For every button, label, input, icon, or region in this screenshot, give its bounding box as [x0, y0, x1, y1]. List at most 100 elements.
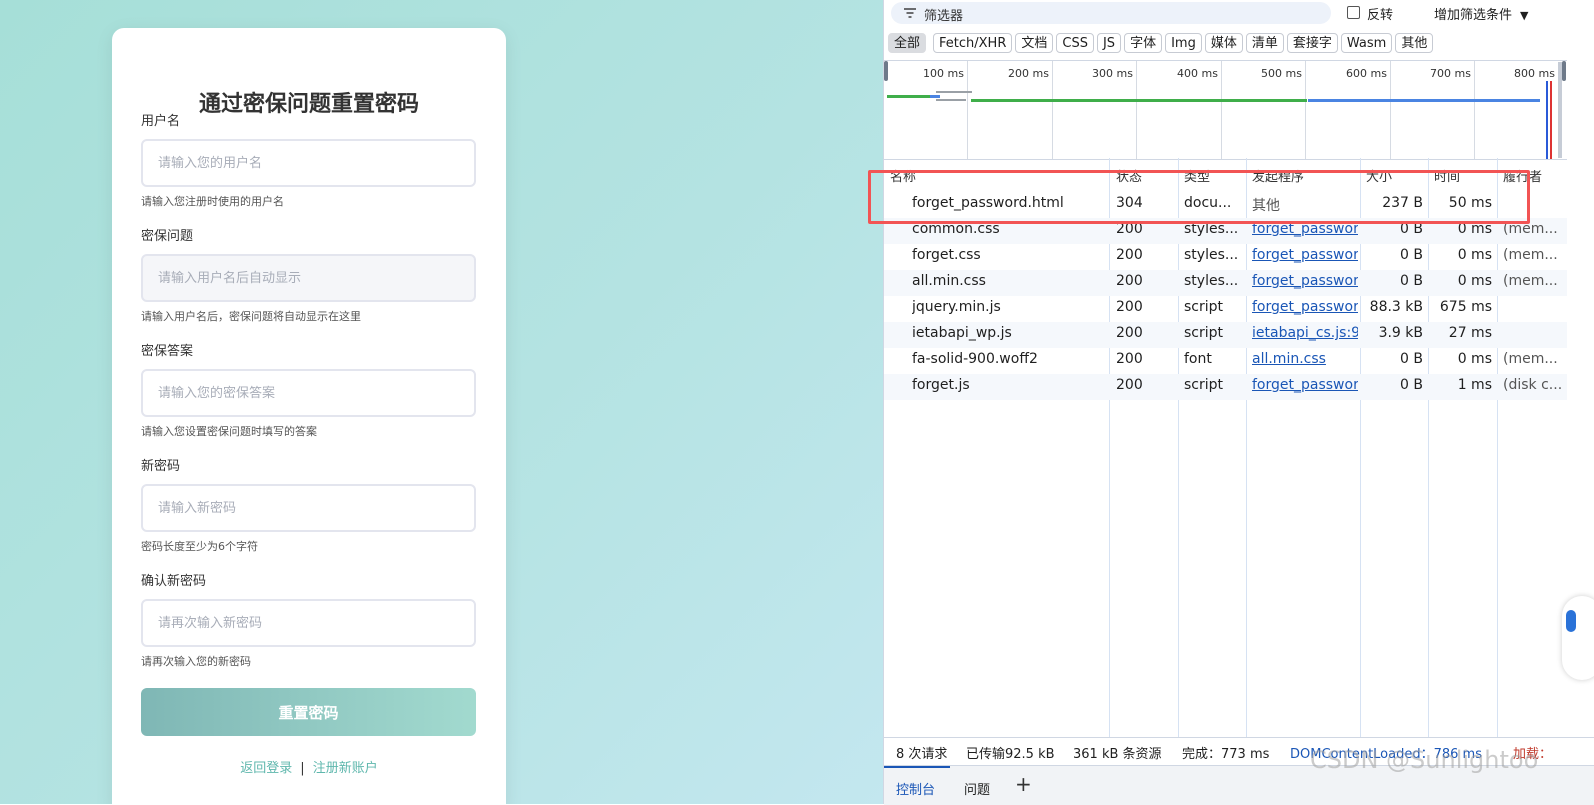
- timeline-tick: 400 ms: [1177, 67, 1218, 80]
- request-type: styles...: [1184, 247, 1239, 263]
- dropdown-arrow-icon: ▼: [1520, 9, 1529, 22]
- request-fulfilled: (disk c...: [1503, 377, 1563, 393]
- col-header-type[interactable]: 类型: [1184, 166, 1210, 185]
- table-row[interactable]: ietabapi_wp.js 200 script ietabapi_cs.js…: [884, 322, 1567, 348]
- request-fulfilled: (mem...: [1503, 351, 1558, 367]
- request-time: 27 ms: [1448, 325, 1492, 341]
- timeline-bar-gray: [936, 99, 966, 101]
- request-initiator-link[interactable]: forget_passwor: [1252, 221, 1358, 237]
- filter-placeholder: 筛选器: [924, 9, 964, 24]
- request-time: 0 ms: [1457, 273, 1492, 289]
- request-status: 304: [1116, 195, 1143, 211]
- resource-type-filters: 全部 Fetch/XHR 文档 CSS JS 字体 Img 媒体 清单 套接字 Wasm 其他: [888, 32, 1436, 56]
- tab-console[interactable]: 控制台: [896, 779, 935, 798]
- type-chip-media[interactable]: 媒体: [1204, 33, 1243, 53]
- table-row[interactable]: forget.js 200 script forget_passwor 0 B …: [884, 374, 1567, 400]
- request-initiator: 其他: [1252, 198, 1280, 214]
- type-chip-all[interactable]: 全部: [888, 33, 927, 53]
- col-header-initiator[interactable]: 发起程序: [1252, 166, 1304, 185]
- bottom-links: 返回登录 | 注册新账户: [112, 757, 506, 776]
- link-separator: |: [300, 761, 305, 776]
- col-header-size[interactable]: 大小: [1366, 166, 1392, 185]
- side-floating-widget[interactable]: [1562, 596, 1594, 680]
- reset-card: 通过密保问题重置密码 用户名 请输入您注册时使用的用户名 密保问题 请输入用户名…: [112, 28, 506, 804]
- request-fulfilled: (mem...: [1503, 221, 1558, 237]
- request-initiator-link[interactable]: ietabapi_cs.js:96: [1252, 325, 1358, 341]
- request-status: 200: [1116, 247, 1143, 263]
- col-header-name[interactable]: 名称: [890, 166, 916, 185]
- request-size: 237 B: [1382, 195, 1423, 211]
- confirm-password-label: 确认新密码: [141, 574, 207, 589]
- requests-table: 名称 状态 类型 发起程序 大小 时间 履行者 forget_password.…: [884, 158, 1567, 738]
- filter-bar: 筛选器 反转 增加筛选条件 ▼: [884, 0, 1594, 28]
- type-chip-other[interactable]: 其他: [1395, 33, 1434, 53]
- confirm-password-input[interactable]: [141, 599, 476, 647]
- timeline-tick: 700 ms: [1430, 67, 1471, 80]
- type-chip-img[interactable]: Img: [1165, 33, 1202, 53]
- request-name: all.min.css: [912, 273, 986, 289]
- request-initiator-link[interactable]: forget_passwor: [1252, 299, 1358, 315]
- request-name: fa-solid-900.woff2: [912, 351, 1038, 367]
- reset-password-button[interactable]: 重置密码: [141, 688, 476, 736]
- request-initiator-link[interactable]: forget_passwor: [1252, 377, 1358, 393]
- more-filters-dropdown[interactable]: 增加筛选条件 ▼: [1434, 4, 1528, 23]
- request-status: 200: [1116, 351, 1143, 367]
- request-name: ietabapi_wp.js: [912, 325, 1012, 341]
- table-row[interactable]: fa-solid-900.woff2 200 font all.min.css …: [884, 348, 1567, 374]
- answer-input[interactable]: [141, 369, 476, 417]
- request-name: forget_password.html: [912, 195, 1064, 211]
- request-time: 675 ms: [1439, 299, 1492, 315]
- type-chip-css[interactable]: CSS: [1056, 33, 1094, 53]
- request-initiator-link[interactable]: forget_passwor: [1252, 247, 1358, 263]
- timeline-gridline: [967, 61, 968, 159]
- new-password-hint: 密码长度至少为6个字符: [141, 540, 258, 553]
- username-hint: 请输入您注册时使用的用户名: [141, 195, 284, 208]
- network-timeline[interactable]: 100 ms 200 ms 300 ms 400 ms 500 ms 600 m…: [884, 60, 1567, 160]
- type-chip-socket[interactable]: 套接字: [1286, 33, 1338, 53]
- col-header-time[interactable]: 时间: [1434, 166, 1460, 185]
- timeline-handle-right[interactable]: [1562, 61, 1566, 81]
- question-field: 密保问题 请输入用户名后，密保问题将自动显示在这里: [141, 228, 476, 324]
- timeline-tick: 500 ms: [1261, 67, 1302, 80]
- timeline-load-marker: [1550, 81, 1552, 159]
- new-password-input[interactable]: [141, 484, 476, 532]
- table-row[interactable]: all.min.css 200 styles... forget_passwor…: [884, 270, 1567, 296]
- type-chip-doc[interactable]: 文档: [1015, 33, 1054, 53]
- register-link[interactable]: 注册新账户: [313, 761, 378, 776]
- devtools-network-panel: 筛选器 反转 增加筛选条件 ▼ 全部 Fetch/XHR 文档 CSS JS 字体 Img 媒体…: [883, 0, 1594, 805]
- new-password-label: 新密码: [141, 459, 181, 474]
- add-tab-icon[interactable]: +: [1015, 772, 1032, 796]
- request-type: font: [1184, 351, 1212, 367]
- timeline-scrollbar[interactable]: [1558, 62, 1562, 158]
- table-row[interactable]: forget_password.html 304 docu... 其他 237 …: [884, 192, 1567, 218]
- summary-requests: 8 次请求: [896, 747, 948, 762]
- table-row[interactable]: jquery.min.js 200 script forget_passwor …: [884, 296, 1567, 322]
- col-header-status[interactable]: 状态: [1116, 166, 1142, 185]
- request-size: 0 B: [1400, 247, 1423, 263]
- username-input[interactable]: [141, 139, 476, 187]
- type-chip-js[interactable]: JS: [1096, 33, 1122, 53]
- invert-checkbox[interactable]: [1347, 6, 1360, 19]
- type-chip-font[interactable]: 字体: [1124, 33, 1163, 53]
- table-row[interactable]: forget.css 200 styles... forget_passwor …: [884, 244, 1567, 270]
- type-chip-manifest[interactable]: 清单: [1245, 33, 1284, 53]
- request-time: 50 ms: [1448, 195, 1492, 211]
- table-row[interactable]: common.css 200 styles... forget_passwor …: [884, 218, 1567, 244]
- request-type: script: [1184, 325, 1224, 341]
- tab-issues[interactable]: 问题: [964, 779, 990, 798]
- type-chip-fetch[interactable]: Fetch/XHR: [933, 33, 1013, 53]
- timeline-handle-left[interactable]: [884, 61, 888, 81]
- col-header-fulfilled[interactable]: 履行者: [1503, 166, 1542, 185]
- summary-resources: 361 kB 条资源: [1073, 747, 1162, 762]
- request-initiator-link[interactable]: forget_passwor: [1252, 273, 1358, 289]
- type-chip-wasm[interactable]: Wasm: [1340, 33, 1393, 53]
- back-to-login-link[interactable]: 返回登录: [240, 761, 292, 776]
- table-header: 名称 状态 类型 发起程序 大小 时间 履行者: [884, 158, 1567, 192]
- filter-input[interactable]: 筛选器: [891, 2, 1331, 24]
- request-name: jquery.min.js: [912, 299, 1001, 315]
- request-size: 0 B: [1400, 273, 1423, 289]
- timeline-bar-blue: [930, 95, 940, 98]
- request-initiator-link[interactable]: all.min.css: [1252, 351, 1358, 367]
- widget-indicator-icon: [1566, 610, 1576, 632]
- request-type: script: [1184, 299, 1224, 315]
